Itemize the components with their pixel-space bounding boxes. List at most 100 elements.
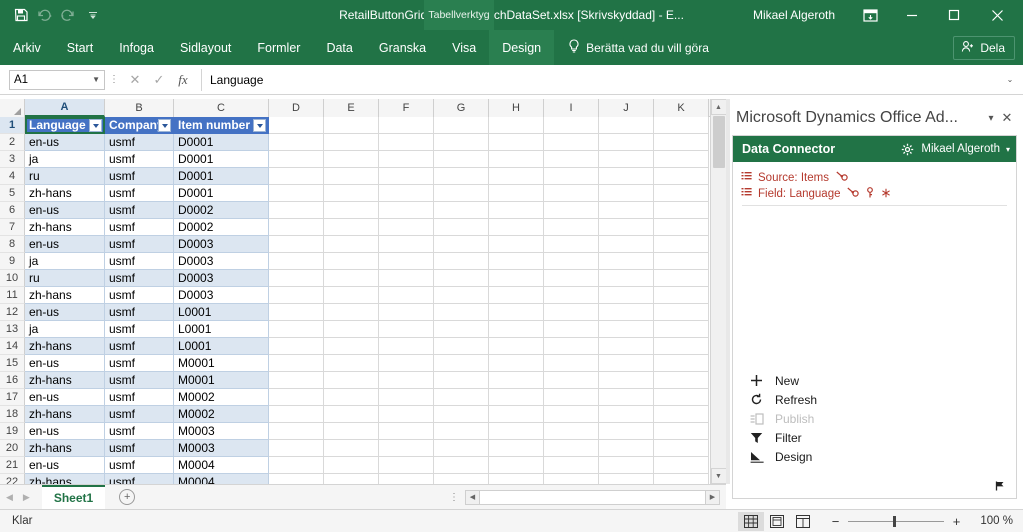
- cell-J8[interactable]: [599, 236, 654, 253]
- cell-I6[interactable]: [544, 202, 599, 219]
- cell-I10[interactable]: [544, 270, 599, 287]
- cell-K3[interactable]: [654, 151, 709, 168]
- cell-A19[interactable]: en-us: [25, 423, 105, 440]
- cell-J9[interactable]: [599, 253, 654, 270]
- cell-E17[interactable]: [324, 389, 379, 406]
- cell-K9[interactable]: [654, 253, 709, 270]
- cell-F8[interactable]: [379, 236, 434, 253]
- task-pane-user[interactable]: Mikael Algeroth: [921, 143, 1000, 155]
- horizontal-scroll-thumb[interactable]: [480, 491, 705, 503]
- cell-F13[interactable]: [379, 321, 434, 338]
- cell-H12[interactable]: [489, 304, 544, 321]
- cell-I1[interactable]: [544, 117, 599, 134]
- cell-A11[interactable]: zh-hans: [25, 287, 105, 304]
- cell-C3[interactable]: D0001: [174, 151, 269, 168]
- cell-H5[interactable]: [489, 185, 544, 202]
- cell-B19[interactable]: usmf: [105, 423, 174, 440]
- page-break-view-icon[interactable]: [790, 512, 816, 531]
- cell-F12[interactable]: [379, 304, 434, 321]
- select-all-corner[interactable]: [0, 99, 25, 117]
- cell-B18[interactable]: usmf: [105, 406, 174, 423]
- cell-I9[interactable]: [544, 253, 599, 270]
- ribbon-tab-formler[interactable]: Formler: [244, 30, 313, 65]
- cell-F1[interactable]: [379, 117, 434, 134]
- close-button[interactable]: [975, 0, 1019, 30]
- cell-E16[interactable]: [324, 372, 379, 389]
- cell-G22[interactable]: [434, 474, 489, 484]
- cell-B22[interactable]: usmf: [105, 474, 174, 484]
- column-header-k[interactable]: K: [654, 99, 709, 117]
- cell-E11[interactable]: [324, 287, 379, 304]
- cell-D4[interactable]: [269, 168, 324, 185]
- cell-F11[interactable]: [379, 287, 434, 304]
- cell-J16[interactable]: [599, 372, 654, 389]
- cell-E6[interactable]: [324, 202, 379, 219]
- add-sheet-button[interactable]: +: [119, 489, 136, 505]
- cell-C1[interactable]: Item number: [174, 117, 269, 134]
- ribbon-tab-granska[interactable]: Granska: [366, 30, 439, 65]
- cell-H22[interactable]: [489, 474, 544, 484]
- task-pane-action-design[interactable]: Design: [733, 447, 1016, 466]
- zoom-level-label[interactable]: 100 %: [969, 515, 1013, 527]
- ribbon-tab-sidlayout[interactable]: Sidlayout: [167, 30, 244, 65]
- column-header-f[interactable]: F: [379, 99, 434, 117]
- cell-C15[interactable]: M0001: [174, 355, 269, 372]
- vertical-scrollbar[interactable]: ▲ ▼: [710, 99, 727, 484]
- cell-I16[interactable]: [544, 372, 599, 389]
- redo-icon[interactable]: [58, 4, 80, 26]
- ribbon-tab-arkiv[interactable]: Arkiv: [0, 30, 54, 65]
- cell-H19[interactable]: [489, 423, 544, 440]
- cell-H15[interactable]: [489, 355, 544, 372]
- cell-K17[interactable]: [654, 389, 709, 406]
- cell-F14[interactable]: [379, 338, 434, 355]
- cell-C18[interactable]: M0002: [174, 406, 269, 423]
- cell-G18[interactable]: [434, 406, 489, 423]
- cell-B5[interactable]: usmf: [105, 185, 174, 202]
- undo-icon[interactable]: [34, 4, 56, 26]
- cell-B4[interactable]: usmf: [105, 168, 174, 185]
- cell-D7[interactable]: [269, 219, 324, 236]
- row-header-1[interactable]: 1: [0, 117, 25, 134]
- cell-K18[interactable]: [654, 406, 709, 423]
- cell-I4[interactable]: [544, 168, 599, 185]
- cell-D17[interactable]: [269, 389, 324, 406]
- normal-view-icon[interactable]: [738, 511, 764, 531]
- ribbon-tab-design[interactable]: Design: [489, 30, 555, 65]
- cell-C19[interactable]: M0003: [174, 423, 269, 440]
- cell-A15[interactable]: en-us: [25, 355, 105, 372]
- cell-H1[interactable]: [489, 117, 544, 134]
- column-header-a[interactable]: A: [25, 99, 105, 117]
- cell-J17[interactable]: [599, 389, 654, 406]
- cell-E14[interactable]: [324, 338, 379, 355]
- cell-H21[interactable]: [489, 457, 544, 474]
- cell-B2[interactable]: usmf: [105, 134, 174, 151]
- gear-icon[interactable]: [901, 143, 914, 156]
- confirm-formula-icon[interactable]: ✓: [147, 69, 171, 91]
- cell-I5[interactable]: [544, 185, 599, 202]
- cell-I15[interactable]: [544, 355, 599, 372]
- column-header-h[interactable]: H: [489, 99, 544, 117]
- cell-J1[interactable]: [599, 117, 654, 134]
- row-header-9[interactable]: 9: [0, 253, 25, 270]
- binding-row-field[interactable]: Field: Language: [733, 186, 1016, 202]
- task-pane-action-refresh[interactable]: Refresh: [733, 390, 1016, 409]
- cell-G12[interactable]: [434, 304, 489, 321]
- cell-D20[interactable]: [269, 440, 324, 457]
- zoom-out-button[interactable]: −: [830, 514, 841, 529]
- row-header-3[interactable]: 3: [0, 151, 25, 168]
- cell-H16[interactable]: [489, 372, 544, 389]
- cell-I17[interactable]: [544, 389, 599, 406]
- cell-G7[interactable]: [434, 219, 489, 236]
- cell-C12[interactable]: L0001: [174, 304, 269, 321]
- cell-J2[interactable]: [599, 134, 654, 151]
- cell-B11[interactable]: usmf: [105, 287, 174, 304]
- cell-D13[interactable]: [269, 321, 324, 338]
- cell-I13[interactable]: [544, 321, 599, 338]
- tab-split-handle[interactable]: ⋮: [449, 492, 465, 503]
- cell-J13[interactable]: [599, 321, 654, 338]
- cell-I12[interactable]: [544, 304, 599, 321]
- scroll-right-icon[interactable]: ▶: [705, 490, 719, 504]
- row-header-17[interactable]: 17: [0, 389, 25, 406]
- cell-A3[interactable]: ja: [25, 151, 105, 168]
- cell-K11[interactable]: [654, 287, 709, 304]
